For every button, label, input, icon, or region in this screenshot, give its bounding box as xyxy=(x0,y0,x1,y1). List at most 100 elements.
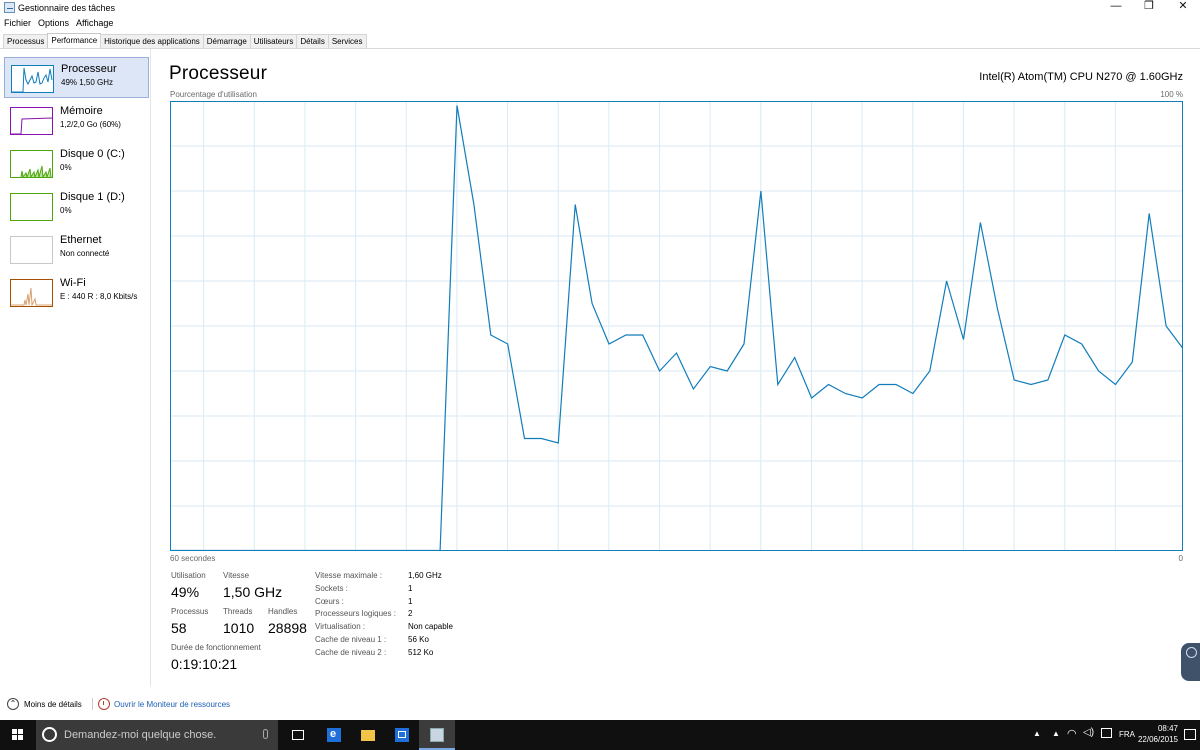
sidebar-item-ethernet[interactable]: Ethernet Non connecté xyxy=(4,229,149,270)
spec-value: 1 xyxy=(408,597,413,606)
tab-performance[interactable]: Performance xyxy=(47,33,102,48)
spec-value: 512 Ko xyxy=(408,648,434,657)
taskbar: Demandez-moi quelque chose. e ▲ ▲ ◠ ◁) F… xyxy=(0,720,1200,750)
clock-date: 22/06/2015 xyxy=(1137,735,1178,744)
minimize-button[interactable]: — xyxy=(1101,0,1131,14)
graph-label: Pourcentage d'utilisation xyxy=(170,90,257,99)
volume-icon[interactable]: ◁) xyxy=(1083,727,1094,738)
sidebar-item-value: Non connecté xyxy=(60,249,110,258)
task-view-icon xyxy=(292,730,304,740)
folder-icon xyxy=(361,730,375,741)
sidebar-item-value: 1,2/2,0 Go (60%) xyxy=(60,120,121,129)
clock-time: 08:47 xyxy=(1157,724,1178,733)
resource-sidebar: Processeur 49% 1,50 GHz Mémoire 1,2/2,0 … xyxy=(0,49,151,686)
footer-divider xyxy=(92,698,93,710)
sidebar-item-memoire[interactable]: Mémoire 1,2/2,0 Go (60%) xyxy=(4,100,149,141)
cortana-icon xyxy=(42,727,57,742)
edge-widget-icon[interactable] xyxy=(1181,643,1200,681)
ethernet-thumbnail xyxy=(10,236,53,264)
search-placeholder: Demandez-moi quelque chose. xyxy=(64,729,217,741)
sidebar-item-label: Wi-Fi xyxy=(60,277,86,289)
language-indicator[interactable]: FRA xyxy=(1119,730,1135,739)
graph-max-label: 100 % xyxy=(1160,90,1183,99)
menu-bar: Fichier Options Affichage xyxy=(0,16,116,30)
sidebar-item-wifi[interactable]: Wi-Fi E : 440 R : 8,0 Kbits/s xyxy=(4,272,149,313)
show-hidden-icons[interactable]: ▲ xyxy=(1033,729,1041,738)
keyboard-icon[interactable] xyxy=(1101,728,1112,738)
resource-monitor-link[interactable]: Ouvrir le Moniteur de ressources xyxy=(114,700,230,709)
handles-value: 28898 xyxy=(268,620,307,636)
sidebar-item-label: Disque 0 (C:) xyxy=(60,148,125,160)
tab-demarrage[interactable]: Démarrage xyxy=(202,34,251,48)
tab-historique[interactable]: Historique des applications xyxy=(100,34,204,48)
uptime-label: Durée de fonctionnement xyxy=(171,643,261,652)
tab-processus[interactable]: Processus xyxy=(3,34,49,48)
graph-axis-end: 0 xyxy=(1178,554,1183,563)
search-box[interactable]: Demandez-moi quelque chose. xyxy=(36,720,278,750)
sidebar-item-value: 0% xyxy=(60,206,72,215)
task-manager-window: Gestionnaire des tâches — ❐ ✕ Fichier Opt… xyxy=(0,0,1200,720)
less-details-button[interactable]: Moins de détails xyxy=(24,700,82,709)
tab-utilisateurs[interactable]: Utilisateurs xyxy=(249,34,298,48)
cpu-usage-graph xyxy=(170,101,1183,551)
sidebar-item-value: E : 440 R : 8,0 Kbits/s xyxy=(60,292,138,301)
wifi-icon[interactable]: ◠ xyxy=(1067,727,1077,740)
cpu-model-name: Intel(R) Atom(TM) CPU N270 @ 1.60GHz xyxy=(979,71,1183,83)
maximize-button[interactable]: ❐ xyxy=(1134,0,1164,14)
tray-arrow-icon[interactable]: ▲ xyxy=(1052,729,1060,738)
vitesse-value: 1,50 GHz xyxy=(223,584,283,600)
tab-services[interactable]: Services xyxy=(327,34,367,48)
task-view-button[interactable] xyxy=(280,720,316,750)
threads-label: Threads xyxy=(223,607,253,616)
edge-icon: e xyxy=(327,728,341,742)
sidebar-item-processeur[interactable]: Processeur 49% 1,50 GHz xyxy=(4,57,149,98)
spec-value: 1 xyxy=(408,584,413,593)
menu-options[interactable]: Options xyxy=(34,16,72,28)
task-manager-taskbar-button[interactable] xyxy=(419,720,455,750)
disque-1-thumbnail xyxy=(10,193,53,221)
menu-fichier[interactable]: Fichier xyxy=(0,16,34,28)
sidebar-item-disque-1[interactable]: Disque 1 (D:) 0% xyxy=(4,186,149,227)
edge-taskbar-button[interactable]: e xyxy=(316,720,352,750)
resource-monitor-icon[interactable] xyxy=(98,698,110,710)
windows-logo-icon xyxy=(12,729,24,741)
title-bar[interactable]: Gestionnaire des tâches — ❐ ✕ xyxy=(0,0,1200,16)
wifi-thumbnail xyxy=(10,279,53,307)
store-taskbar-button[interactable] xyxy=(384,720,420,750)
utilisation-label: Utilisation xyxy=(171,571,206,580)
microphone-icon[interactable] xyxy=(263,729,268,739)
processus-value: 58 xyxy=(171,620,187,636)
spec-label: Processeurs logiques : xyxy=(315,609,396,618)
sidebar-item-disque-0[interactable]: Disque 0 (C:) 0% xyxy=(4,143,149,184)
menu-affichage[interactable]: Affichage xyxy=(72,16,116,28)
sidebar-item-label: Mémoire xyxy=(60,105,103,117)
spec-label: Cache de niveau 1 : xyxy=(315,635,387,644)
page-title: Processeur xyxy=(169,63,268,84)
chevron-up-icon[interactable]: ⌃ xyxy=(7,698,19,710)
sidebar-item-label: Disque 1 (D:) xyxy=(60,191,125,203)
spec-value: 2 xyxy=(408,609,413,618)
spec-label: Sockets : xyxy=(315,584,348,593)
task-manager-taskbar-icon xyxy=(430,728,444,742)
memoire-thumbnail xyxy=(10,107,53,135)
spec-value: Non capable xyxy=(408,622,453,631)
explorer-taskbar-button[interactable] xyxy=(350,720,386,750)
start-button[interactable] xyxy=(0,720,36,750)
processeur-thumbnail xyxy=(11,65,54,93)
utilisation-value: 49% xyxy=(171,584,200,600)
task-manager-icon xyxy=(4,2,15,13)
cpu-usage-line xyxy=(170,105,1183,551)
spec-label: Vitesse maximale : xyxy=(315,571,382,580)
action-center-icon[interactable] xyxy=(1184,729,1196,740)
graph-grid xyxy=(170,101,1183,551)
sidebar-item-value: 49% 1,50 GHz xyxy=(61,78,114,87)
footer-bar: ⌃ Moins de détails Ouvrir le Moniteur de… xyxy=(0,694,1200,714)
disque-0-thumbnail xyxy=(10,150,53,179)
spec-value: 1,60 GHz xyxy=(408,571,442,580)
tab-divider xyxy=(0,48,1200,49)
tab-details[interactable]: Détails xyxy=(296,34,329,48)
graph-axis-start: 60 secondes xyxy=(170,554,216,563)
close-button[interactable]: ✕ xyxy=(1168,0,1198,14)
uptime-value: 0:19:10:21 xyxy=(171,656,238,672)
clock[interactable]: 08:47 22/06/2015 xyxy=(1138,723,1178,745)
